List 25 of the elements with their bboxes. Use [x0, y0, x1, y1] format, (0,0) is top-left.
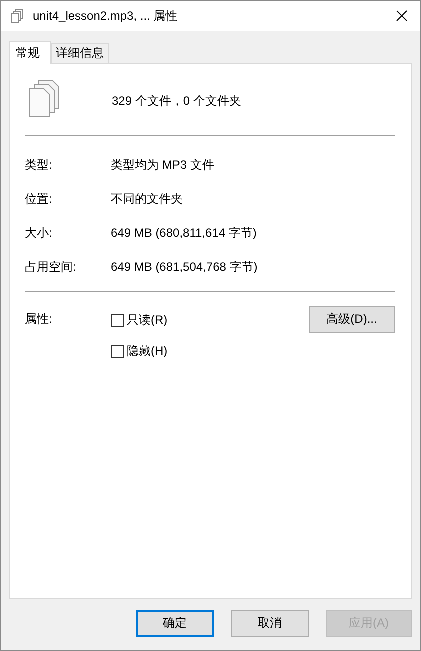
window-title: unit4_lesson2.mp3, ... 属性 — [33, 8, 179, 24]
checkbox-label: 隐藏(H) — [127, 343, 168, 360]
attributes-label: 属性: — [25, 311, 54, 328]
property-label: 大小: — [25, 224, 54, 242]
checkbox-label: 只读(R) — [127, 312, 168, 329]
close-icon[interactable] — [396, 10, 408, 22]
dialog-button[interactable]: 取消 — [231, 610, 309, 637]
tab[interactable]: 详细信息 — [51, 43, 109, 63]
tab[interactable]: 常规 — [9, 41, 51, 64]
files-icon — [27, 79, 61, 119]
property-value: 类型均为 MP3 文件 — [111, 156, 214, 174]
checkbox[interactable]: 隐藏(H) — [111, 343, 309, 360]
property-label: 占用空间: — [25, 258, 78, 276]
checkbox-box[interactable] — [111, 345, 124, 358]
checkbox-box[interactable] — [111, 314, 124, 327]
files-icon — [11, 9, 25, 23]
dialog-button[interactable]: 确定 — [136, 610, 214, 637]
property-label: 位置: — [25, 190, 54, 208]
advanced-button[interactable]: 高级(D)... — [309, 306, 395, 333]
file-count-text: 329 个文件，0 个文件夹 — [112, 92, 242, 110]
property-value: 不同的文件夹 — [111, 190, 183, 208]
property-value: 649 MB (680,811,614 字节) — [111, 224, 257, 242]
property-label: 类型: — [25, 156, 54, 174]
property-value: 649 MB (681,504,768 字节) — [111, 258, 258, 276]
checkbox[interactable]: 只读(R) — [111, 312, 309, 329]
